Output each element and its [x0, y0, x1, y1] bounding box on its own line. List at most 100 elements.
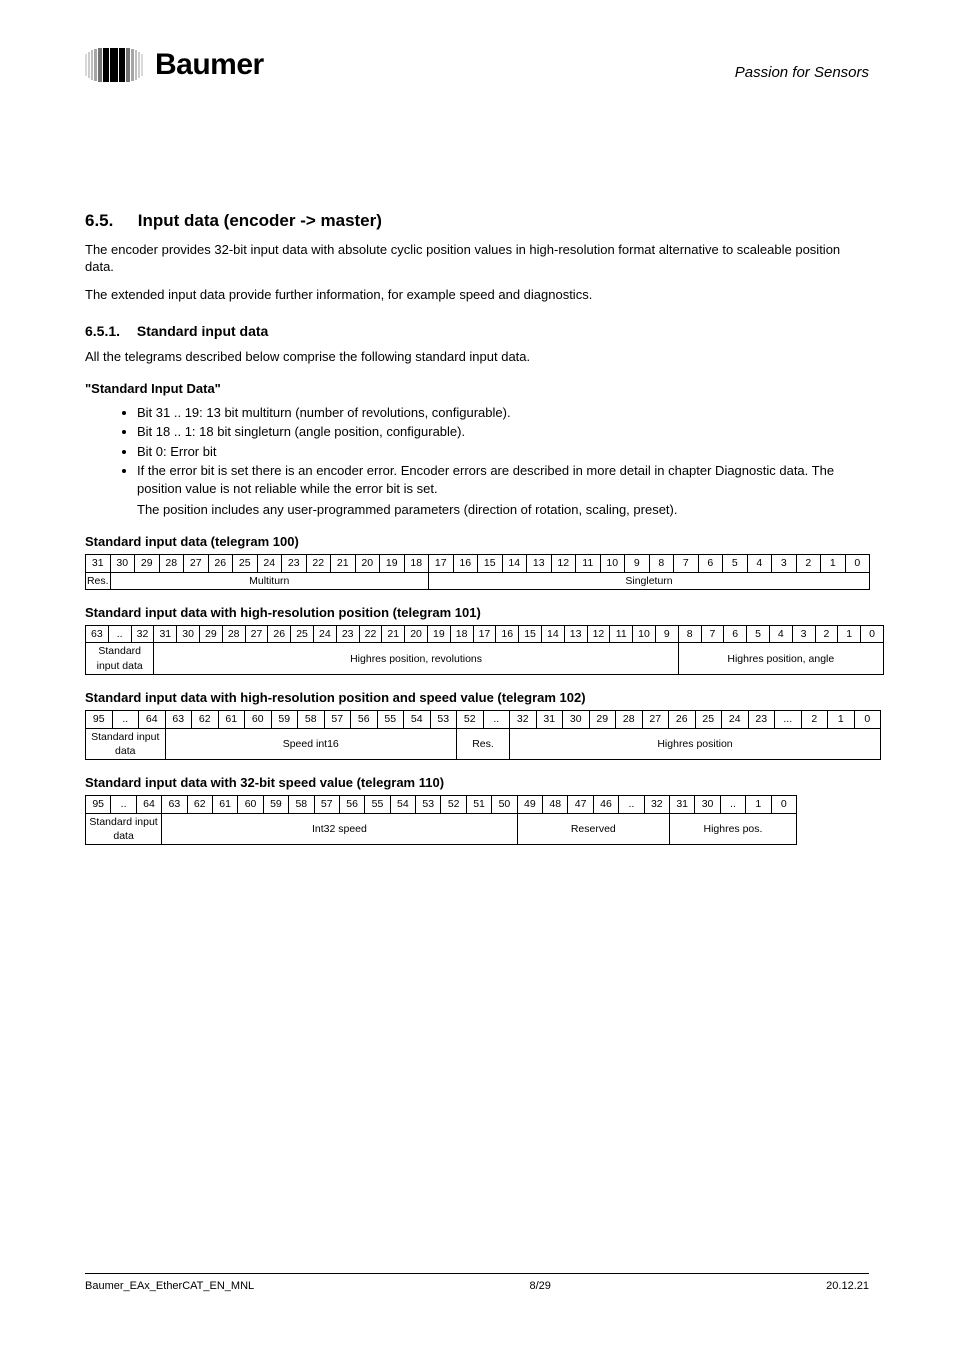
paragraph: The encoder provides 32-bit input data w… [85, 241, 869, 276]
bit-header: 14 [502, 555, 527, 572]
logo-mark-icon [85, 48, 143, 82]
bit-header: 24 [257, 555, 282, 572]
bit-header: 23 [282, 555, 307, 572]
bit-header: 25 [695, 711, 722, 728]
bit-header: 27 [184, 555, 209, 572]
table-title: Standard input data with high-resolution… [85, 604, 869, 622]
bit-header: 31 [536, 711, 563, 728]
bit-header: 28 [616, 711, 643, 728]
bit-header: 11 [576, 555, 601, 572]
page-footer: Baumer_EAx_EtherCAT_EN_MNL 8/29 20.12.21 [85, 1273, 869, 1292]
bit-header: 9 [655, 626, 678, 643]
table-title: Standard input data with high-resolution… [85, 689, 869, 707]
bit-header: 55 [365, 796, 390, 813]
bit-header: .. [111, 796, 136, 813]
bit-header: 26 [268, 626, 291, 643]
footer-left: Baumer_EAx_EtherCAT_EN_MNL [85, 1280, 254, 1292]
list-item: Bit 0: Error bit [137, 443, 869, 461]
bit-span: Highres position [510, 728, 881, 759]
bit-header: 59 [271, 711, 298, 728]
bit-header: 61 [212, 796, 237, 813]
section-title: Input data (encoder -> master) [138, 211, 382, 230]
bit-header: 18 [404, 555, 429, 572]
bit-span: Res. [86, 572, 111, 589]
bit-span: Standard input data [86, 643, 154, 674]
list-item: Bit 18 .. 1: 18 bit singleturn (angle po… [137, 423, 869, 441]
list-item: If the error bit is set there is an enco… [137, 462, 869, 497]
bit-header: .. [720, 796, 745, 813]
bit-header: 52 [441, 796, 466, 813]
bit-header: 63 [86, 626, 109, 643]
bitfield-table: 63..323130292827262524232221201918171615… [85, 625, 884, 675]
bit-header: 62 [187, 796, 212, 813]
bit-span: Highres position, angle [678, 643, 883, 674]
bit-header: 10 [633, 626, 656, 643]
bit-header: 13 [527, 555, 552, 572]
bit-span: Speed int16 [165, 728, 457, 759]
bitfield-table: 3130292827262524232221201918171615141312… [85, 554, 870, 589]
bit-header: 23 [336, 626, 359, 643]
bit-header: 16 [453, 555, 478, 572]
document-body: 6.5. Input data (encoder -> master) The … [85, 120, 869, 845]
bit-header: 32 [131, 626, 154, 643]
bit-header: 56 [351, 711, 378, 728]
bit-header: 61 [218, 711, 245, 728]
table-title: Standard input data with 32-bit speed va… [85, 774, 869, 792]
bit-header: 31 [154, 626, 177, 643]
bit-header: 1 [838, 626, 861, 643]
bit-header: 7 [674, 555, 699, 572]
bit-header: 30 [110, 555, 135, 572]
bit-header: 21 [331, 555, 356, 572]
bit-header: 1 [821, 555, 846, 572]
paragraph: The position includes any user-programme… [137, 501, 869, 519]
bit-header: .. [108, 626, 131, 643]
bit-header: 24 [722, 711, 749, 728]
bit-span: Res. [457, 728, 510, 759]
bit-header: 10 [600, 555, 625, 572]
bit-header: 17 [473, 626, 496, 643]
bit-header: 29 [135, 555, 160, 572]
bit-header: 64 [139, 711, 166, 728]
bit-header: 17 [429, 555, 454, 572]
bit-header: 46 [593, 796, 618, 813]
bit-header: 26 [669, 711, 696, 728]
bit-header: 0 [861, 626, 884, 643]
bit-header: 1 [746, 796, 771, 813]
bit-header: 5 [747, 626, 770, 643]
bit-header: 1 [828, 711, 855, 728]
bit-header: 12 [551, 555, 576, 572]
bit-header: 95 [86, 796, 111, 813]
bit-header: 8 [678, 626, 701, 643]
bitfield-table: 95..64636261605958575655545352..32313029… [85, 710, 881, 760]
bit-header: 4 [747, 555, 772, 572]
bit-header: 2 [796, 555, 821, 572]
bit-header: 28 [222, 626, 245, 643]
bit-header: 6 [698, 555, 723, 572]
bit-header: 14 [541, 626, 564, 643]
bit-header: 47 [568, 796, 593, 813]
bit-header: 31 [669, 796, 694, 813]
bit-header: .. [112, 711, 139, 728]
bit-header: 60 [238, 796, 263, 813]
bit-header: 24 [313, 626, 336, 643]
std-heading: "Standard Input Data" [85, 380, 869, 398]
bit-header: 0 [771, 796, 796, 813]
bit-header: 62 [192, 711, 219, 728]
section-heading: 6.5. Input data (encoder -> master) [85, 210, 869, 233]
brand-name: Baumer [155, 48, 264, 82]
bit-span: Int32 speed [162, 813, 517, 844]
bit-header: 57 [324, 711, 351, 728]
bit-header: 27 [642, 711, 669, 728]
bit-header: 63 [165, 711, 192, 728]
page-header: Baumer Passion for Sensors [85, 0, 869, 120]
bit-header: 8 [649, 555, 674, 572]
bit-header: 12 [587, 626, 610, 643]
bitfield-table: 95..646362616059585756555453525150494847… [85, 795, 797, 845]
bit-header: 48 [543, 796, 568, 813]
bit-header: 52 [457, 711, 484, 728]
subsection-number: 6.5.1. [85, 322, 133, 341]
bit-header: ... [775, 711, 802, 728]
bit-header: 19 [380, 555, 405, 572]
bit-header: 2 [815, 626, 838, 643]
bit-header: 63 [162, 796, 187, 813]
